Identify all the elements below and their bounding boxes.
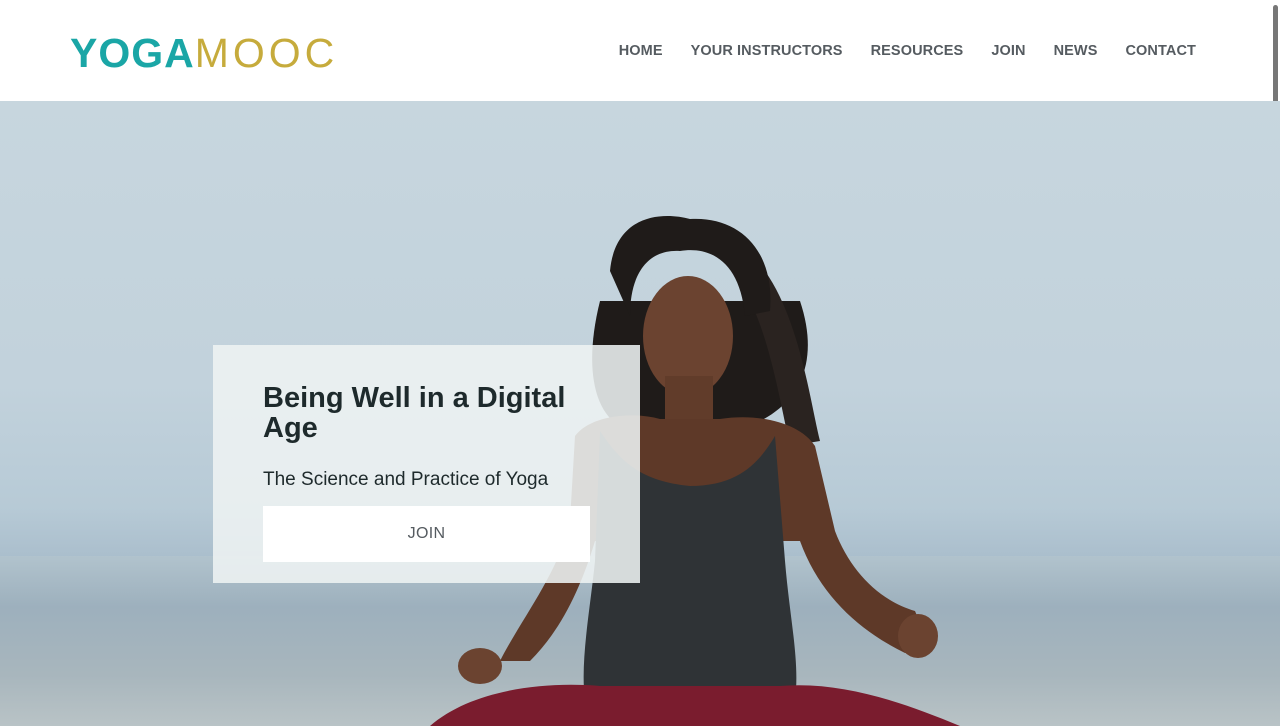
- hero-section: Being Well in a Digital Age The Science …: [0, 101, 1280, 726]
- nav-resources[interactable]: RESOURCES: [871, 43, 964, 59]
- hero-subtitle: The Science and Practice of Yoga: [263, 469, 549, 490]
- join-button[interactable]: JOIN: [263, 506, 590, 562]
- site-header: YOGA MOOC HOME YOUR INSTRUCTORS RESOURCES…: [0, 0, 1280, 101]
- nav-join[interactable]: JOIN: [991, 43, 1025, 59]
- main-nav: HOME YOUR INSTRUCTORS RESOURCES JOIN NEW…: [619, 40, 1196, 62]
- site-logo[interactable]: YOGA MOOC: [70, 30, 339, 76]
- page: YOGA MOOC HOME YOUR INSTRUCTORS RESOURCES…: [0, 0, 1280, 726]
- nav-your-instructors[interactable]: YOUR INSTRUCTORS: [691, 43, 843, 59]
- hero-title: Being Well in a Digital Age: [263, 382, 566, 444]
- nav-home[interactable]: HOME: [619, 43, 663, 59]
- logo-mooc-text: MOOC: [194, 30, 339, 76]
- nav-contact[interactable]: CONTACT: [1125, 43, 1196, 59]
- hero-card: Being Well in a Digital Age The Science …: [213, 345, 640, 583]
- nav-news[interactable]: NEWS: [1054, 43, 1098, 59]
- hero-photo-woman-meditating: [430, 215, 960, 726]
- scrollbar[interactable]: [1273, 5, 1278, 107]
- logo-yoga-text: YOGA: [70, 30, 195, 76]
